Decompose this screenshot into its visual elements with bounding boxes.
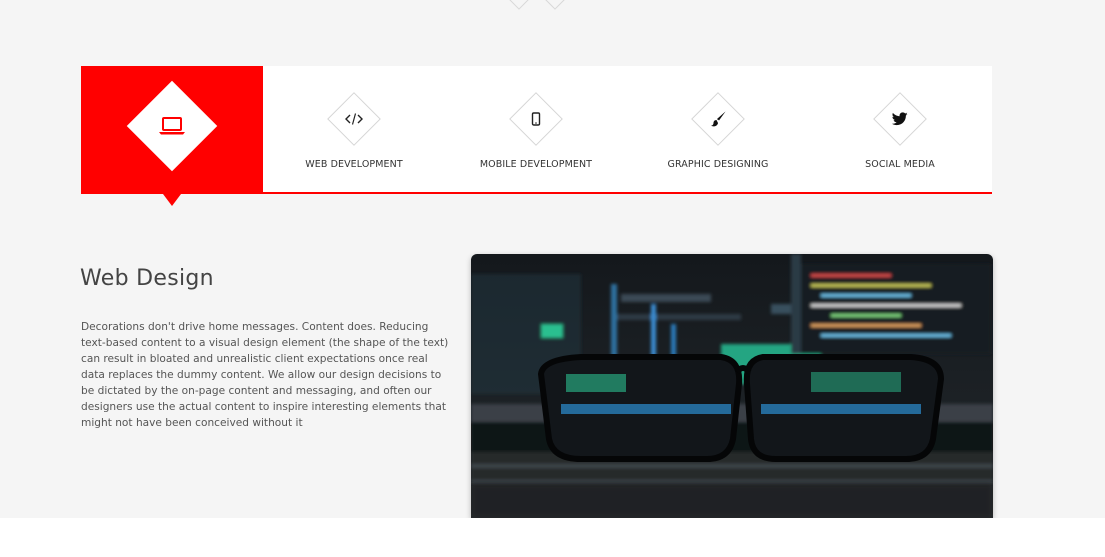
tab-label: SOCIAL MEDIA [865,159,935,170]
glasses-on-keyboard-image [471,254,993,518]
twitter-icon [887,106,913,132]
top-decor-diamond-left [506,0,532,10]
tab-label: GRAPHIC DESIGNING [667,159,769,170]
top-decor-diamond-right [542,0,568,10]
tab-graphic-designing[interactable]: GRAPHIC DESIGNING [627,66,809,192]
mobile-phone-icon [523,106,549,132]
tab-social-media[interactable]: SOCIAL MEDIA [809,66,991,192]
services-section: WEB DEVELOPMENT MOBILE DEVELOPMENT GRAPH… [0,0,1105,518]
laptop-icon [155,113,189,139]
content-title: Web Design [80,266,214,291]
tab-label: WEB DEVELOPMENT [305,159,403,170]
tab-label: MOBILE DEVELOPMENT [479,159,593,170]
content-description: Decorations don't drive home messages. C… [81,321,449,429]
tab-web-development[interactable]: WEB DEVELOPMENT [263,66,445,192]
service-tabs: WEB DEVELOPMENT MOBILE DEVELOPMENT GRAPH… [81,66,992,206]
tab-web-design-active[interactable] [81,66,263,206]
code-icon [341,106,367,132]
active-tab-pointer [160,190,184,206]
paint-brush-icon [705,106,731,132]
tab-mobile-development[interactable]: MOBILE DEVELOPMENT [445,66,627,192]
